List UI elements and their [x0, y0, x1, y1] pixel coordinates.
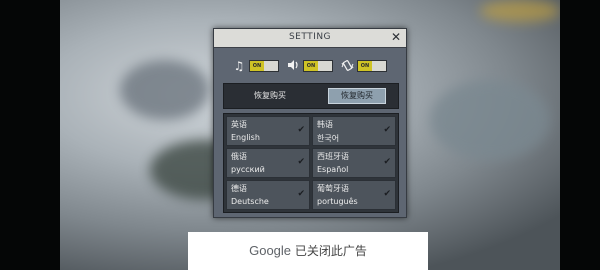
vibration-switch-state: ON — [358, 61, 372, 71]
vibration-icon — [340, 59, 354, 73]
background-scenery — [120, 60, 210, 120]
language-name-native: Español — [317, 165, 349, 174]
speaker-icon — [286, 59, 300, 73]
vibration-switch[interactable]: ON — [357, 60, 387, 72]
close-icon[interactable]: ✕ — [391, 30, 401, 44]
language-option-portuguese[interactable]: 葡萄牙语 português ✔ — [312, 180, 396, 210]
language-option-spanish[interactable]: 西班牙语 Español ✔ — [312, 148, 396, 178]
language-name-native: русский — [231, 165, 265, 174]
restore-purchase-label: 恢复购买 — [254, 91, 286, 100]
vibration-toggle[interactable]: ON — [340, 60, 387, 72]
music-switch[interactable]: ON — [249, 60, 279, 72]
music-toggle[interactable]: ♫ ON — [232, 59, 279, 73]
language-name-native: português — [317, 197, 358, 206]
restore-purchase-row: 恢复购买 恢复购买 — [223, 83, 399, 109]
check-icon: ✔ — [383, 157, 391, 167]
language-name-zh: 韩语 — [317, 120, 333, 129]
language-name-native: English — [231, 133, 260, 142]
language-option-korean[interactable]: 韩语 한국어 ✔ — [312, 116, 396, 146]
music-note-icon: ♫ — [233, 59, 245, 73]
restore-purchase-button[interactable]: 恢复购买 — [328, 88, 386, 104]
letterbox-right — [560, 0, 600, 270]
check-icon: ✔ — [383, 125, 391, 135]
check-icon: ✔ — [297, 189, 305, 199]
language-name-native: Deutsche — [231, 197, 269, 206]
dialog-title: SETTING — [288, 32, 332, 42]
music-switch-state: ON — [250, 61, 264, 71]
language-name-zh: 英语 — [231, 120, 247, 129]
closed-ad-banner: Google 已关闭此广告 — [188, 232, 428, 270]
sound-toggle[interactable]: ON — [286, 60, 333, 72]
language-list[interactable]: 英语 English ✔ 韩语 한국어 ✔ 俄语 русский ✔ 西班牙语 … — [223, 113, 399, 213]
language-name-zh: 葡萄牙语 — [317, 184, 349, 193]
background-scenery — [430, 80, 550, 160]
check-icon: ✔ — [383, 189, 391, 199]
ad-message: Google 已关闭此广告 — [188, 242, 428, 259]
language-name-zh: 西班牙语 — [317, 152, 349, 161]
dialog-titlebar: SETTING ✕ — [214, 29, 406, 48]
language-option-russian[interactable]: 俄语 русский ✔ — [226, 148, 310, 178]
language-name-native: 한국어 — [317, 134, 340, 143]
language-option-german[interactable]: 德语 Deutsche ✔ — [226, 180, 310, 210]
check-icon: ✔ — [297, 125, 305, 135]
letterbox-left — [0, 0, 60, 270]
audio-toggles: ♫ ON ON ON — [214, 57, 406, 77]
sound-switch-state: ON — [304, 61, 318, 71]
settings-dialog: SETTING ✕ ♫ ON ON ON 恢复购买 恢复购买 英语 Englis… — [213, 28, 407, 218]
ad-closed-text: 已关闭此广告 — [294, 244, 367, 258]
background-scenery — [480, 0, 560, 22]
sound-switch[interactable]: ON — [303, 60, 333, 72]
check-icon: ✔ — [297, 157, 305, 167]
language-name-zh: 俄语 — [231, 152, 247, 161]
language-name-zh: 德语 — [231, 184, 247, 193]
language-option-english[interactable]: 英语 English ✔ — [226, 116, 310, 146]
google-logo-text: Google — [249, 243, 292, 258]
